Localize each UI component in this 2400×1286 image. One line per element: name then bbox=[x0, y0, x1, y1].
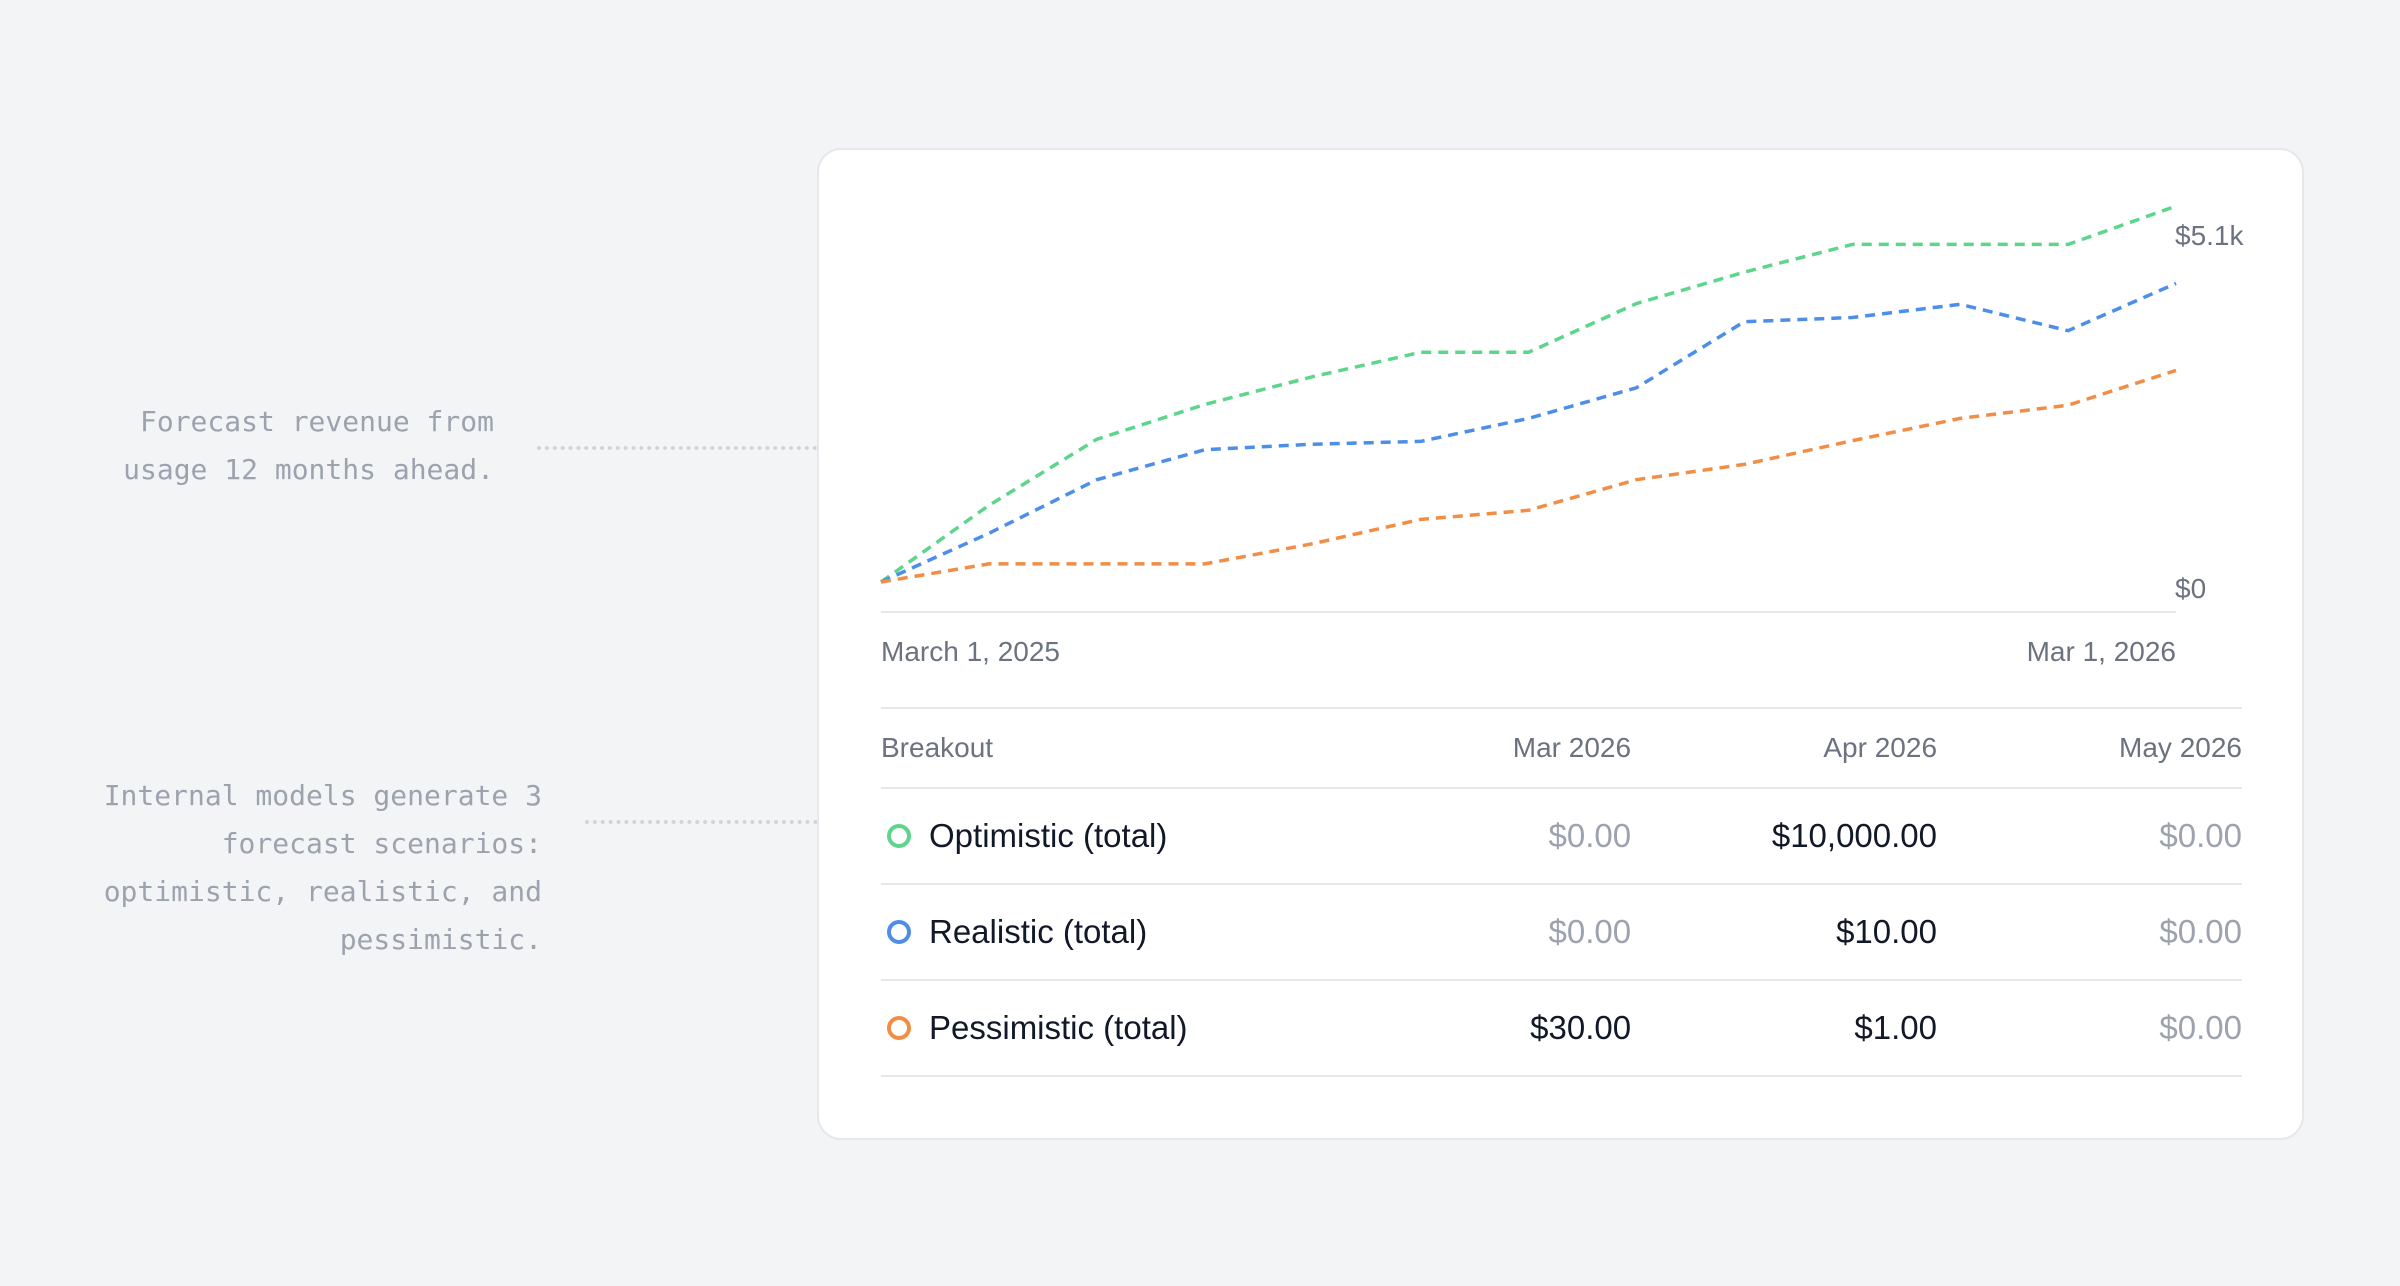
forecast-line-chart bbox=[879, 204, 2177, 613]
column-header-breakout: Breakout bbox=[881, 732, 994, 763]
optimistic-circle-icon bbox=[887, 824, 911, 848]
optimistic-series-line bbox=[879, 204, 2177, 584]
realistic-series-line bbox=[880, 281, 2177, 584]
row-label: Pessimistic (total) bbox=[929, 1009, 1188, 1046]
breakout-table: Breakout Mar 2026 Apr 2026 May 2026 Opti… bbox=[881, 707, 2242, 1077]
table-row-realistic[interactable]: Realistic (total) $0.00 $10.00 $0.00 bbox=[881, 885, 2242, 981]
row-value-may-2026: $0.00 bbox=[2159, 913, 2242, 950]
row-value-mar-2026: $30.00 bbox=[1530, 1009, 1632, 1046]
row-value-mar-2026: $0.00 bbox=[1548, 913, 1632, 950]
column-header-mar-2026: Mar 2026 bbox=[1512, 732, 1632, 763]
row-label: Realistic (total) bbox=[929, 913, 1148, 950]
row-name-cell: Optimistic (total) bbox=[881, 817, 1325, 855]
pessimistic-circle-icon bbox=[887, 1016, 911, 1040]
row-name-cell: Realistic (total) bbox=[881, 913, 1325, 951]
forecast-annotation-connector bbox=[537, 446, 817, 450]
table-row-pessimistic[interactable]: Pessimistic (total) $30.00 $1.00 $0.00 bbox=[881, 981, 2242, 1077]
pessimistic-series-line bbox=[880, 368, 2177, 584]
row-value-apr-2026: $1.00 bbox=[1854, 1009, 1938, 1046]
forecast-card: $5.1k $0 March 1, 2025 Mar 1, 2026 Break… bbox=[817, 148, 2304, 1140]
row-value-apr-2026: $10,000.00 bbox=[1771, 817, 1938, 854]
row-value-apr-2026: $10.00 bbox=[1836, 913, 1938, 950]
row-value-may-2026: $0.00 bbox=[2159, 817, 2242, 854]
table-header-row: Breakout Mar 2026 Apr 2026 May 2026 bbox=[881, 709, 2242, 789]
column-header-apr-2026: Apr 2026 bbox=[1823, 732, 1938, 763]
row-name-cell: Pessimistic (total) bbox=[881, 1009, 1325, 1047]
y-axis-max-label: $5.1k bbox=[2175, 220, 2244, 251]
row-label: Optimistic (total) bbox=[929, 817, 1168, 854]
realistic-circle-icon bbox=[887, 920, 911, 944]
scenarios-annotation: Internal models generate 3 forecast scen… bbox=[103, 779, 542, 956]
row-value-may-2026: $0.00 bbox=[2159, 1009, 2242, 1046]
row-value-mar-2026: $0.00 bbox=[1548, 817, 1632, 854]
x-axis-end-label: Mar 1, 2026 bbox=[2026, 636, 2176, 667]
y-axis-min-label: $0 bbox=[2175, 573, 2207, 604]
table-row-optimistic[interactable]: Optimistic (total) $0.00 $10,000.00 $0.0… bbox=[881, 789, 2242, 885]
x-axis-start-label: March 1, 2025 bbox=[881, 636, 1060, 667]
forecast-annotation: Forecast revenue from usage 12 months ah… bbox=[123, 405, 494, 486]
column-header-may-2026: May 2026 bbox=[2119, 732, 2242, 763]
